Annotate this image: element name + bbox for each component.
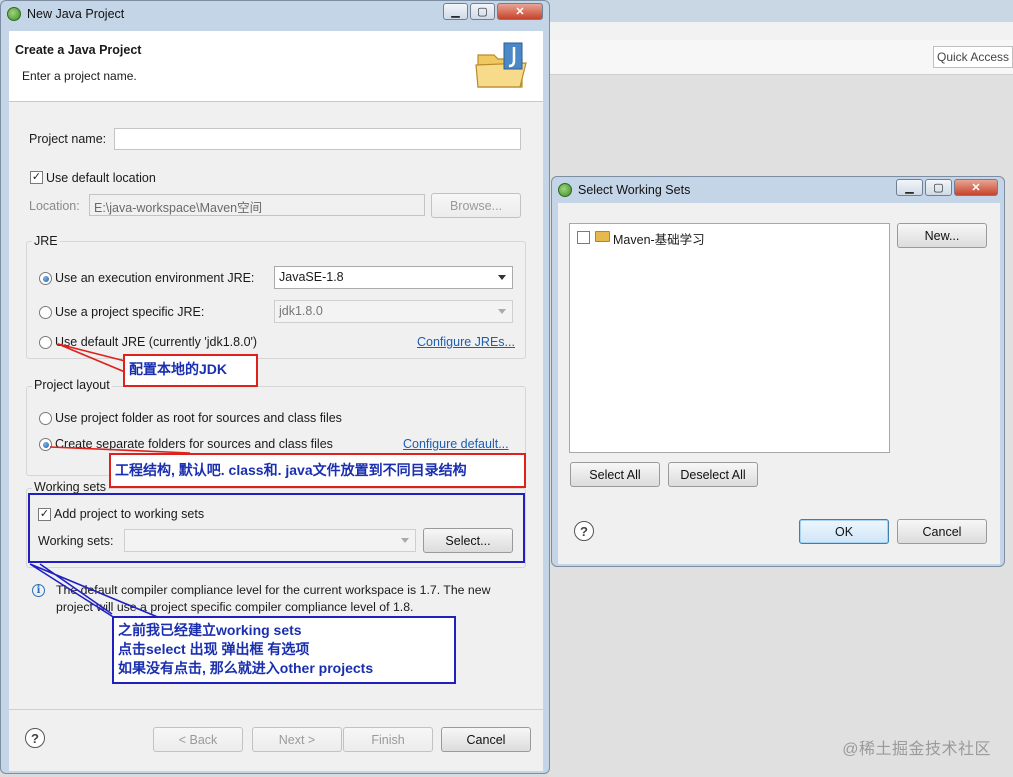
eclipse-app-icon	[7, 7, 21, 21]
jre-default-radio[interactable]	[39, 336, 52, 349]
working-sets-list[interactable]: Maven-基础学习	[569, 223, 890, 453]
compliance-info-line1: The default compiler compliance level fo…	[56, 583, 491, 597]
jre-env-radio[interactable]	[39, 272, 52, 285]
ws-close-button[interactable]: ✕	[954, 179, 998, 196]
java-project-folder-icon	[475, 42, 527, 88]
project-name-input[interactable]	[114, 128, 521, 150]
finish-button[interactable]: Finish	[343, 727, 433, 752]
ide-menubar	[548, 22, 1013, 41]
jre-specific-combo-value: jdk1.8.0	[279, 304, 323, 318]
new-working-set-button[interactable]: New...	[897, 223, 987, 248]
ws-dialog-body: Maven-基础学习 New... Select All Deselect Al…	[558, 203, 1000, 564]
minimize-button[interactable]: ▁	[443, 3, 468, 20]
jre-specific-label: Use a project specific JRE:	[55, 305, 205, 319]
jre-specific-combo[interactable]: jdk1.8.0	[274, 300, 513, 323]
wizard-message: Enter a project name.	[22, 69, 137, 83]
configure-default-link[interactable]: Configure default...	[403, 437, 509, 451]
watermark: @稀土掘金技术社区	[842, 741, 991, 758]
compliance-info-line2: project will use a project specific comp…	[56, 600, 414, 614]
layout-root-radio[interactable]	[39, 412, 52, 425]
jre-env-combo[interactable]: JavaSE-1.8	[274, 266, 513, 289]
working-sets-callout-line1: 之前我已经建立working sets	[118, 622, 302, 638]
footer-divider	[9, 709, 543, 710]
ws-cancel-button[interactable]: Cancel	[897, 519, 987, 544]
wizard-title: Create a Java Project	[15, 43, 142, 57]
select-all-button[interactable]: Select All	[570, 462, 660, 487]
close-button[interactable]: ✕	[497, 3, 543, 20]
working-set-checkbox[interactable]	[577, 231, 590, 244]
location-label: Location:	[29, 199, 80, 213]
layout-separate-label: Create separate folders for sources and …	[55, 437, 333, 451]
working-sets-highlight-box	[28, 493, 525, 563]
help-icon[interactable]: ?	[25, 728, 45, 748]
layout-root-label: Use project folder as root for sources a…	[55, 411, 342, 425]
layout-separate-radio[interactable]	[39, 438, 52, 451]
browse-button[interactable]: Browse...	[431, 193, 521, 218]
jre-group-title: JRE	[32, 234, 60, 248]
use-default-location-label: Use default location	[46, 171, 156, 185]
quick-access-input[interactable]: Quick Access	[933, 46, 1013, 68]
jre-env-label: Use an execution environment JRE:	[55, 271, 255, 285]
working-sets-callout-line2: 点击select 出现 弹出框 有选项	[118, 641, 310, 657]
jre-specific-radio[interactable]	[39, 306, 52, 319]
maximize-button[interactable]: ▢	[470, 3, 495, 20]
working-set-folder-icon	[595, 231, 610, 242]
back-button[interactable]: < Back	[153, 727, 243, 752]
info-icon: i	[32, 584, 45, 597]
working-sets-callout-line3: 如果没有点击, 那么就进入other projects	[118, 660, 374, 676]
chevron-down-icon	[498, 275, 506, 280]
working-set-item[interactable]: Maven-基础学习	[613, 229, 705, 248]
configure-jres-link[interactable]: Configure JREs...	[417, 335, 515, 349]
location-input[interactable]: E:\java-workspace\Maven空间	[89, 194, 425, 216]
next-button[interactable]: Next >	[252, 727, 342, 752]
jre-env-combo-value: JavaSE-1.8	[279, 270, 344, 284]
working-sets-group-title: Working sets	[32, 480, 109, 494]
ws-window-titlebar: Select Working Sets	[558, 180, 690, 200]
layout-callout: 工程结构, 默认吧. class和. java文件放置到不同目录结构	[109, 453, 526, 488]
ws-help-icon[interactable]: ?	[574, 521, 594, 541]
jdk-callout: 配置本地的JDK	[123, 354, 258, 387]
working-sets-callout: 之前我已经建立working sets 点击select 出现 弹出框 有选项 …	[112, 616, 456, 684]
project-layout-group-title: Project layout	[32, 378, 112, 392]
java-window-title: New Java Project	[27, 7, 125, 21]
ws-minimize-button[interactable]: ▁	[896, 179, 923, 196]
wizard-header: Create a Java Project Enter a project na…	[9, 31, 543, 102]
java-window-titlebar: New Java Project	[7, 4, 124, 24]
ws-maximize-button[interactable]: ▢	[925, 179, 952, 196]
chevron-down-icon	[498, 309, 506, 314]
ok-button[interactable]: OK	[799, 519, 889, 544]
use-default-location-checkbox[interactable]: ✓	[30, 171, 43, 184]
eclipse-app-icon	[558, 183, 572, 197]
ws-window-title: Select Working Sets	[578, 183, 691, 197]
jre-default-label: Use default JRE (currently 'jdk1.8.0')	[55, 335, 258, 349]
cancel-button[interactable]: Cancel	[441, 727, 531, 752]
select-working-sets-window: Select Working Sets ▁ ▢ ✕ Maven-基础学习 New…	[551, 176, 1005, 567]
project-name-label: Project name:	[29, 132, 107, 146]
deselect-all-button[interactable]: Deselect All	[668, 462, 758, 487]
